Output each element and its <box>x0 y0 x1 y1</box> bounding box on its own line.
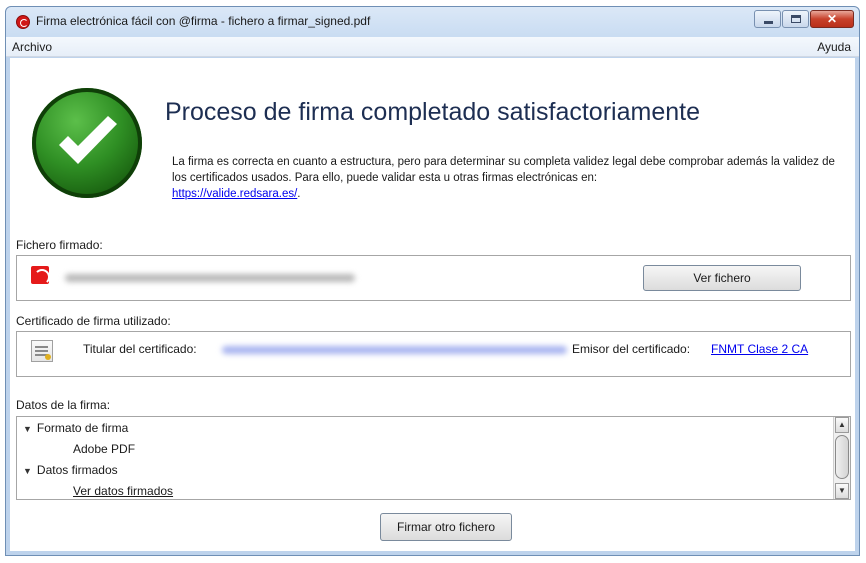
certificate-box: Titular del certificado: Emisor del cert… <box>16 331 851 377</box>
certificate-issuer-label: Emisor del certificado: <box>572 342 691 356</box>
minimize-button[interactable] <box>754 10 781 28</box>
minimize-icon <box>764 21 773 24</box>
expand-triangle-icon[interactable]: ▼ <box>23 424 32 434</box>
maximize-button[interactable] <box>782 10 809 28</box>
link-suffix: . <box>297 188 301 200</box>
tree-node-format[interactable]: ▼ Formato de firma <box>23 421 128 435</box>
success-check-icon <box>32 88 142 198</box>
view-file-button[interactable]: Ver fichero <box>643 265 801 291</box>
menu-archivo[interactable]: Archivo <box>12 40 52 54</box>
signature-data-tree[interactable]: ▼ Formato de firma Adobe PDF ▼ Datos firma… <box>16 416 851 500</box>
scroll-thumb[interactable] <box>835 435 849 479</box>
tree-scrollbar[interactable]: ▲ ▼ <box>833 417 850 499</box>
window-controls: ✕ <box>753 10 854 28</box>
app-logo-icon <box>16 15 30 29</box>
scroll-down-icon[interactable]: ▼ <box>835 483 849 499</box>
page-title: Proceso de firma completado satisfactori… <box>165 98 700 126</box>
file-path-redacted <box>65 274 355 282</box>
view-file-button-label: Ver fichero <box>693 271 751 285</box>
certificate-holder-redacted <box>222 346 567 354</box>
certificate-issuer-link[interactable]: FNMT Clase 2 CA <box>711 342 808 356</box>
close-icon: ✕ <box>826 12 838 26</box>
description-text: La firma es correcta en cuanto a estruct… <box>172 156 835 184</box>
main-panel: Proceso de firma completado satisfactori… <box>10 58 855 551</box>
expand-triangle-icon[interactable]: ▼ <box>23 466 32 476</box>
signed-file-box: Ver fichero <box>16 255 851 301</box>
certificate-label: Certificado de firma utilizado: <box>16 314 171 328</box>
close-button[interactable]: ✕ <box>810 10 854 28</box>
valide-link[interactable]: https://valide.redsara.es/ <box>172 188 297 200</box>
certificate-icon <box>31 340 53 362</box>
tree-node-format-label: Formato de firma <box>36 421 129 435</box>
tree-leaf-adobe-pdf[interactable]: Adobe PDF <box>73 442 135 456</box>
signature-data-label: Datos de la firma: <box>16 398 111 412</box>
app-window: Firma electrónica fácil con @firma - fic… <box>5 6 860 556</box>
signed-file-label: Fichero firmado: <box>16 238 103 252</box>
certificate-holder-label: Titular del certificado: <box>83 342 197 356</box>
maximize-icon <box>791 15 801 23</box>
menu-bar: Archivo Ayuda <box>6 37 859 57</box>
status-description: La firma es correcta en cuanto a estruct… <box>172 154 837 202</box>
sign-another-file-button-label: Firmar otro fichero <box>396 520 496 534</box>
tree-node-signed-data[interactable]: ▼ Datos firmados <box>23 463 118 477</box>
menu-ayuda[interactable]: Ayuda <box>817 40 851 54</box>
scroll-up-icon[interactable]: ▲ <box>835 417 849 433</box>
pdf-icon <box>31 266 50 285</box>
sign-another-file-button[interactable]: Firmar otro fichero <box>380 513 512 541</box>
tree-node-signed-data-label: Datos firmados <box>36 463 118 477</box>
window-title: Firma electrónica fácil con @firma - fic… <box>36 14 371 28</box>
title-bar[interactable]: Firma electrónica fácil con @firma - fic… <box>6 7 859 37</box>
view-signed-data-link[interactable]: Ver datos firmados <box>73 484 173 498</box>
